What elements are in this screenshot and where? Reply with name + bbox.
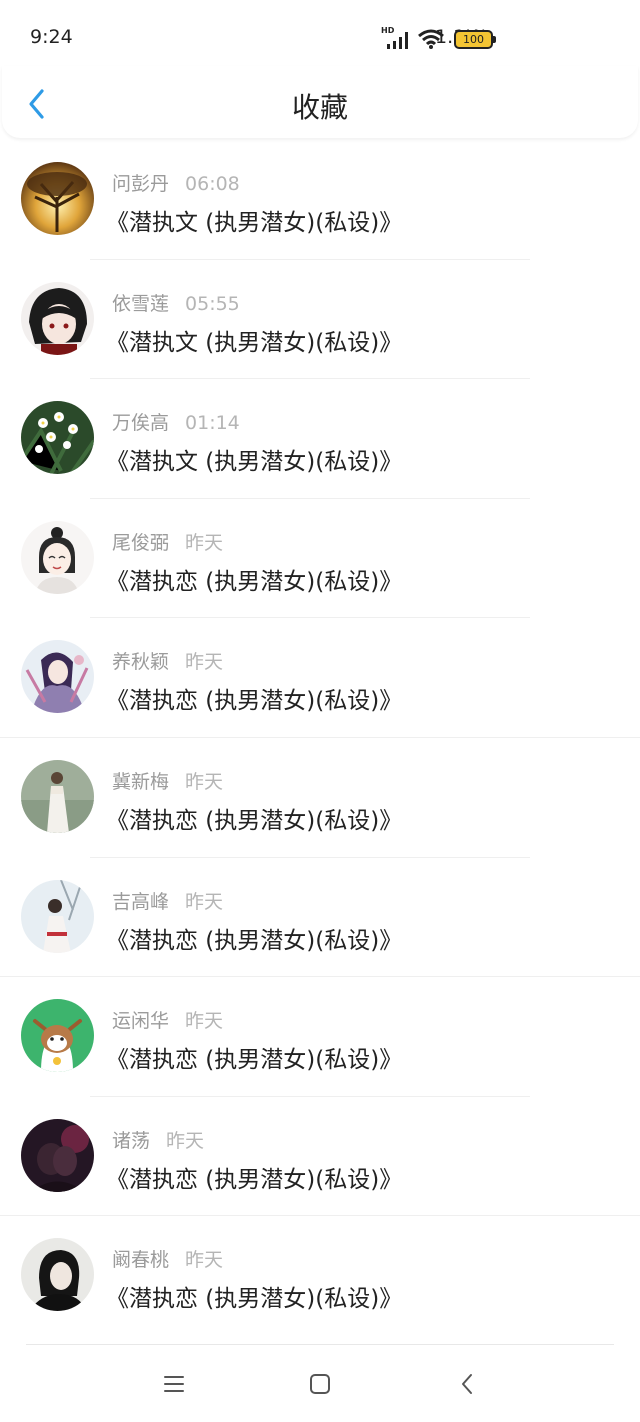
avatar (21, 640, 94, 714)
item-time: 昨天 (185, 1010, 224, 1033)
list-item[interactable]: 吉高峰 昨天 《潜执恋 (执男潜女)(私设)》 (0, 858, 640, 978)
item-title: 《潜执恋 (执男潜女)(私设)》 (106, 1166, 403, 1193)
menu-button[interactable] (160, 1370, 188, 1398)
list-item[interactable]: 尾俊弼 昨天 《潜执恋 (执男潜女)(私设)》 (0, 499, 640, 619)
item-author: 冀新梅 (112, 770, 170, 793)
item-time: 昨天 (185, 1249, 224, 1272)
item-time: 06:08 (185, 173, 240, 195)
item-title: 《潜执恋 (执男潜女)(私设)》 (106, 688, 403, 715)
item-author: 尾俊弼 (112, 531, 170, 554)
system-nav-bar (0, 1344, 640, 1422)
home-square-icon (310, 1374, 330, 1394)
list-item[interactable]: 运闲华 昨天 《潜执恋 (执男潜女)(私设)》 (0, 977, 640, 1097)
item-title: 《潜执恋 (执男潜女)(私设)》 (106, 1047, 403, 1074)
avatar (21, 999, 94, 1073)
list-item[interactable]: 阚春桃 昨天 《潜执恋 (执男潜女)(私设)》 (0, 1216, 640, 1336)
divider (26, 1344, 614, 1345)
avatar (21, 1118, 94, 1192)
item-title: 《潜执恋 (执男潜女)(私设)》 (106, 1286, 403, 1313)
status-time: 9:24 (30, 26, 73, 48)
item-title: 《潜执恋 (执男潜女)(私设)》 (106, 568, 403, 595)
item-title: 《潜执文 (执男潜女)(私设)》 (106, 449, 403, 476)
avatar (21, 1238, 94, 1312)
avatar (21, 281, 94, 355)
wifi-icon (418, 29, 444, 49)
page-title: 收藏 (291, 91, 348, 124)
list-item[interactable]: 问彭丹 06:08 《潜执文 (执男潜女)(私设)》 (0, 140, 640, 260)
battery-icon: 100 (454, 30, 496, 49)
status-bar: 9:24 1.1K/s HD 100 (0, 0, 640, 70)
item-author: 诸荡 (112, 1129, 151, 1152)
item-title: 《潜执文 (执男潜女)(私设)》 (106, 329, 403, 356)
item-author: 问彭丹 (112, 173, 170, 195)
item-time: 昨天 (185, 651, 224, 674)
list-item[interactable]: 万俟高 01:14 《潜执文 (执男潜女)(私设)》 (0, 379, 640, 499)
item-title: 《潜执文 (执男潜女)(私设)》 (106, 210, 403, 236)
avatar (21, 759, 94, 833)
home-button[interactable] (306, 1370, 334, 1398)
item-time: 昨天 (166, 1129, 205, 1152)
avatar (21, 162, 94, 235)
item-author: 阚春桃 (112, 1249, 170, 1272)
item-author: 养秋颖 (112, 651, 170, 674)
item-author: 吉高峰 (112, 890, 170, 913)
item-title: 《潜执恋 (执男潜女)(私设)》 (106, 807, 403, 834)
item-time: 昨天 (185, 890, 224, 913)
list-item[interactable]: 诸荡 昨天 《潜执恋 (执男潜女)(私设)》 (0, 1097, 640, 1217)
item-time: 昨天 (185, 770, 224, 793)
avatar (21, 401, 94, 475)
item-author: 依雪莲 (112, 292, 170, 315)
list-item[interactable]: 依雪莲 05:55 《潜执文 (执男潜女)(私设)》 (0, 260, 640, 380)
item-time: 昨天 (185, 531, 224, 554)
favorites-list: 问彭丹 06:08 《潜执文 (执男潜女)(私设)》 依雪莲 05:55 《潜执文 … (0, 140, 640, 1336)
avatar (21, 879, 94, 953)
signal-icon (387, 32, 408, 49)
list-item[interactable]: 冀新梅 昨天 《潜执恋 (执男潜女)(私设)》 (0, 738, 640, 858)
app-header: 收藏 (2, 66, 638, 138)
item-time: 05:55 (185, 292, 240, 315)
avatar (21, 520, 94, 594)
menu-icon (164, 1376, 184, 1392)
item-author: 万俟高 (112, 412, 170, 435)
item-title: 《潜执恋 (执男潜女)(私设)》 (106, 927, 403, 954)
item-author: 运闲华 (112, 1010, 170, 1033)
system-back-button[interactable] (454, 1370, 482, 1398)
back-chevron-icon (462, 1374, 472, 1394)
item-time: 01:14 (185, 412, 240, 435)
list-item[interactable]: 养秋颖 昨天 《潜执恋 (执男潜女)(私设)》 (0, 618, 640, 738)
